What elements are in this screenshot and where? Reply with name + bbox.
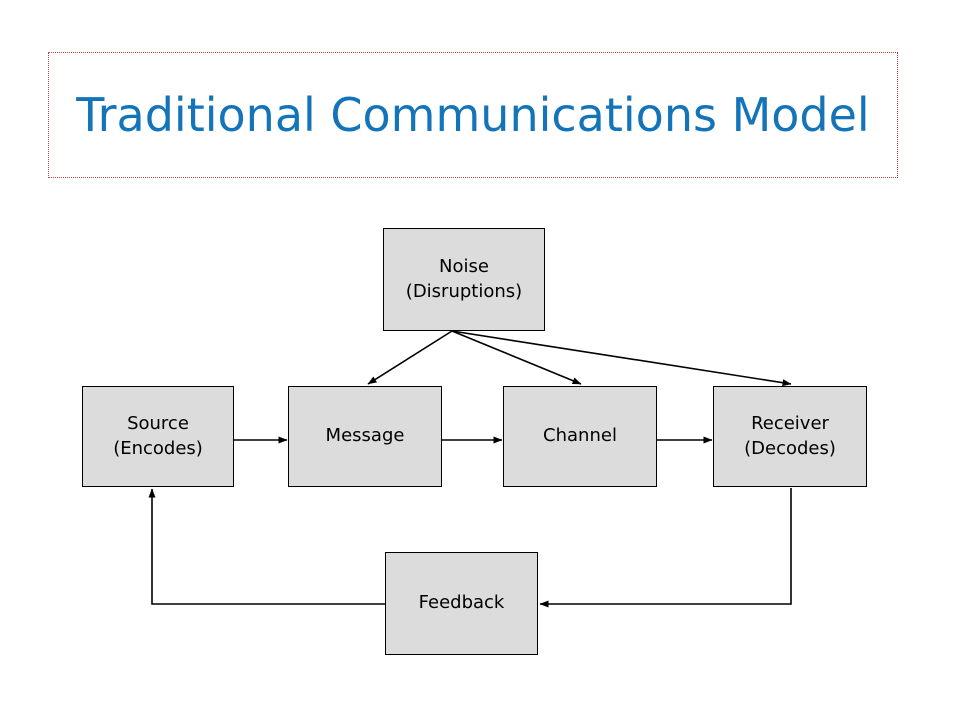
edge-noise-to-message <box>367 330 453 385</box>
node-noise-label-line1: Noise <box>439 256 489 278</box>
node-receiver[interactable]: Receiver (Decodes) <box>713 386 867 487</box>
edge-noise-to-receiver <box>451 330 792 387</box>
node-channel[interactable]: Channel <box>503 386 657 487</box>
slide-canvas: Traditional Communications Model Noise (… <box>0 0 960 720</box>
node-receiver-label-line1: Receiver <box>751 413 829 435</box>
node-source[interactable]: Source (Encodes) <box>82 386 234 487</box>
node-source-label-line1: Source <box>127 413 189 435</box>
node-message-label-line1: Message <box>325 425 405 447</box>
communications-model-diagram: Noise (Disruptions) Source (Encodes) Mes… <box>0 0 960 720</box>
edge-receiver-to-feedback <box>539 488 792 608</box>
node-feedback-label-line1: Feedback <box>418 592 505 614</box>
node-channel-label-line1: Channel <box>543 425 617 447</box>
edge-feedback-to-source <box>148 488 385 605</box>
node-source-label-line2: (Encodes) <box>113 437 203 459</box>
node-message[interactable]: Message <box>288 386 442 487</box>
node-receiver-label-line2: (Decodes) <box>744 437 836 459</box>
node-noise-label-line2: (Disruptions) <box>405 280 523 302</box>
edge-noise-to-channel <box>451 330 582 385</box>
node-noise[interactable]: Noise (Disruptions) <box>383 228 545 331</box>
node-feedback[interactable]: Feedback <box>385 552 538 655</box>
